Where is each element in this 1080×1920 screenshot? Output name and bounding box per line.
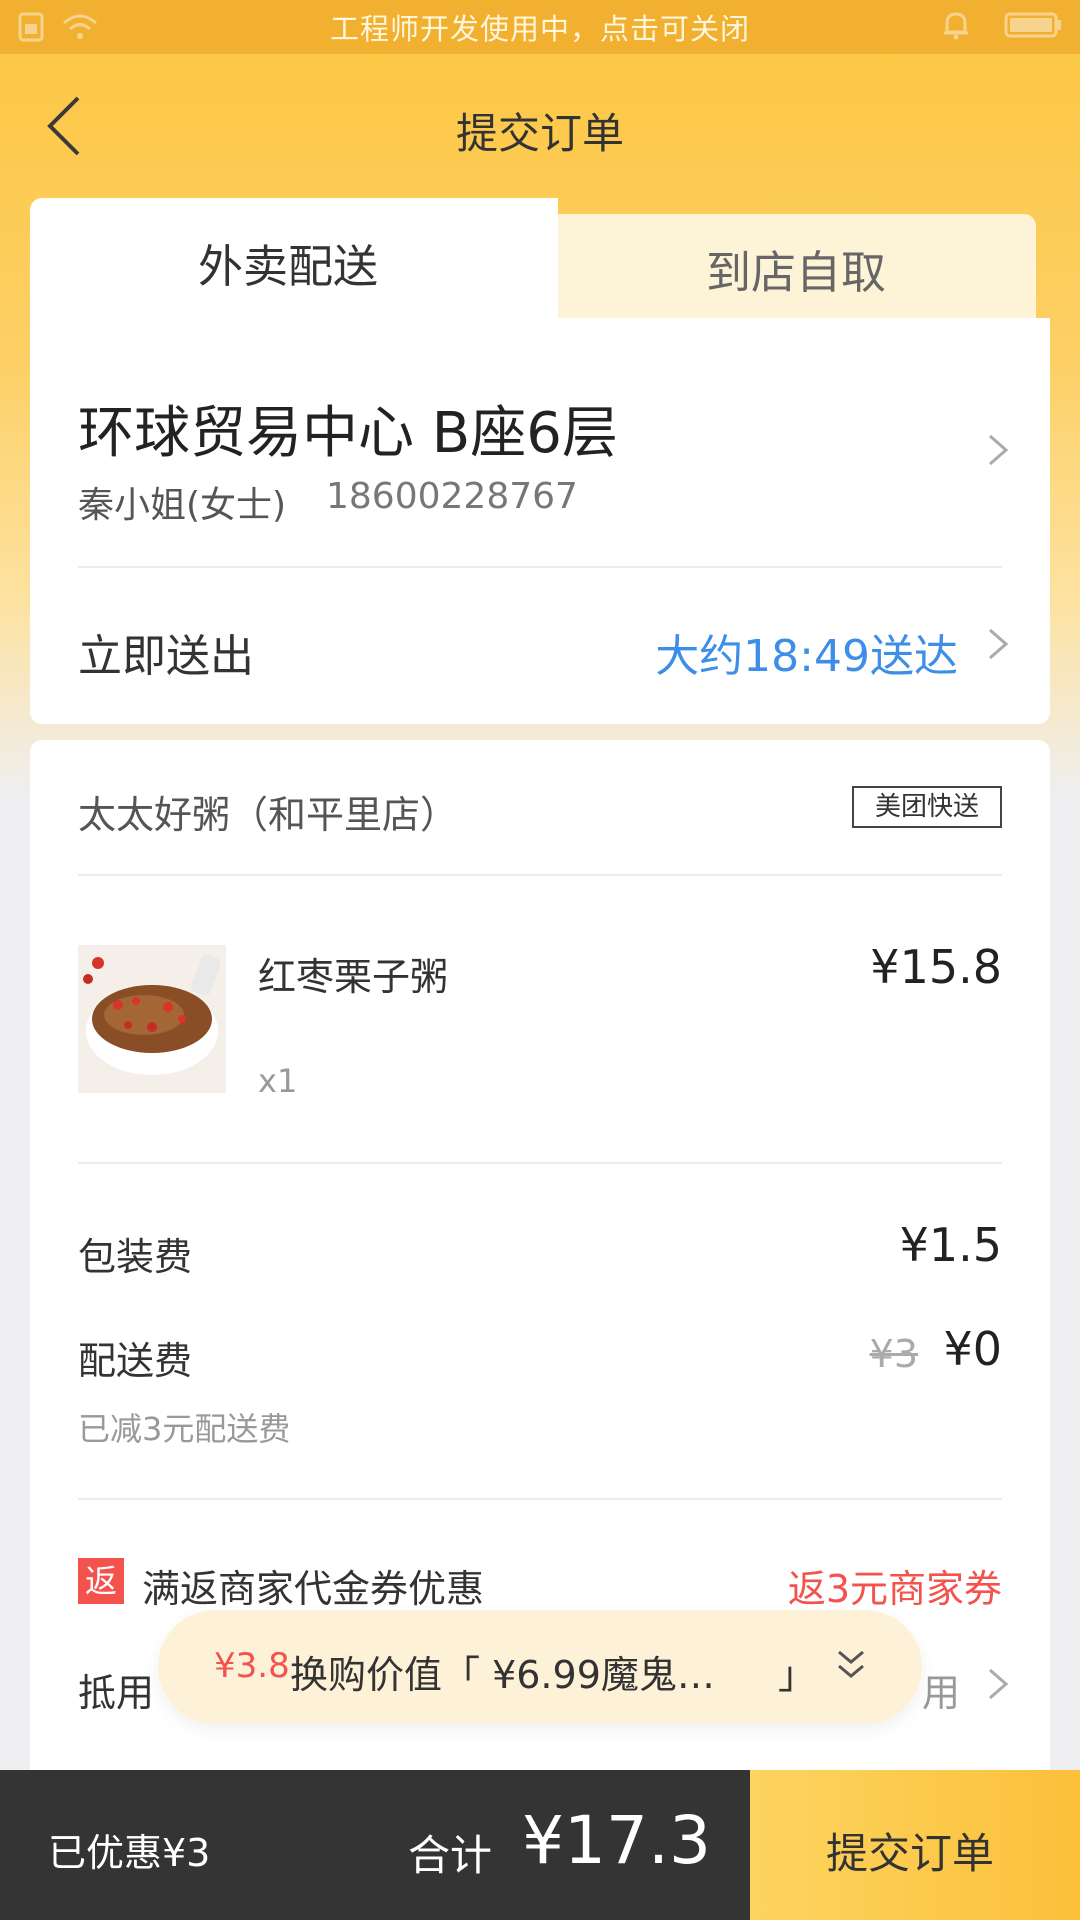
item-price: ¥15.8	[870, 940, 1002, 994]
status-left-icons	[18, 12, 98, 42]
food-image	[78, 945, 226, 1093]
exchange-text: 换购价值「 ¥6.99魔鬼…	[290, 1653, 715, 1697]
battery-icon	[1004, 12, 1061, 38]
submit-order-label: 提交订单	[826, 1829, 995, 1878]
tab-pickup-label: 到店自取	[706, 246, 887, 299]
voucher-chevron-icon[interactable]	[980, 1666, 1016, 1702]
contact-phone: 18600228767	[326, 476, 578, 517]
submit-order-button[interactable]: 提交订单	[750, 1770, 1080, 1920]
address-chevron-icon[interactable]	[980, 432, 1016, 468]
sim-icon	[18, 12, 44, 42]
exchange-price: ¥3.8	[214, 1646, 290, 1686]
item-name: 红枣栗子粥	[258, 955, 449, 999]
total-label: 合计	[408, 1831, 493, 1880]
delivery-time-label: 立即送出	[78, 631, 254, 682]
delivery-time-chevron-icon[interactable]	[980, 626, 1016, 662]
item-quantity: x1	[258, 1062, 298, 1100]
tab-pickup[interactable]: 到店自取	[520, 214, 1036, 320]
divider	[78, 1162, 1002, 1164]
tab-delivery-slant	[470, 198, 558, 320]
exchange-offer-pill[interactable]: ¥3.8 换购价值「 ¥6.99魔鬼… 」	[158, 1610, 922, 1724]
bottom-checkout-bar: 已优惠¥3 合计 ¥17.3 提交订单	[0, 1770, 1080, 1920]
divider	[78, 874, 1002, 876]
delivery-fee-original: ¥3	[869, 1332, 918, 1376]
tab-delivery-label: 外卖配送	[198, 240, 379, 293]
delivery-fee-note: 已减3元配送费	[78, 1410, 291, 1448]
voucher-row-value[interactable]: 用	[922, 1662, 960, 1717]
delivery-fee-label: 配送费	[78, 1339, 193, 1383]
rebate-badge: 返	[78, 1558, 124, 1604]
discount-summary: 已优惠¥3	[48, 1831, 211, 1875]
delivery-eta[interactable]: 大约18:49送达	[655, 620, 958, 684]
delivery-service-badge: 美团快送	[852, 786, 1002, 828]
exchange-close-bracket: 」	[778, 1653, 817, 1697]
page-title: 提交订单	[455, 109, 624, 158]
status-dev-notice[interactable]: 工程师开发使用中，点击可关闭	[330, 6, 750, 48]
address-line: 环球贸易中心 B座6层	[78, 401, 618, 466]
status-right-icons	[942, 10, 1062, 40]
congee-bowl-icon	[78, 945, 226, 1093]
delivery-fee-value: ¥0	[943, 1322, 1002, 1376]
navigation-bar: 提交订单	[0, 54, 1080, 200]
voucher-row-label[interactable]: 抵用	[78, 1662, 154, 1717]
wifi-icon	[63, 14, 97, 39]
divider	[78, 566, 1002, 568]
expand-double-chevron-icon[interactable]	[834, 1648, 868, 1682]
total-value: ¥17.3	[522, 1802, 711, 1879]
address-card[interactable]: 环球贸易中心 B座6层 秦小姐(女士) 18600228767 立即送出 大约1…	[30, 318, 1050, 724]
packing-fee-value: ¥1.5	[899, 1218, 1002, 1272]
rebate-value: 返3元商家券	[787, 1567, 1002, 1611]
packing-fee-label: 包装费	[78, 1235, 193, 1279]
contact-name: 秦小姐(女士)	[78, 485, 287, 526]
checkout-summary: 已优惠¥3 合计 ¥17.3	[0, 1770, 750, 1920]
status-bar[interactable]: 工程师开发使用中，点击可关闭	[0, 0, 1080, 54]
bell-icon	[944, 12, 968, 40]
rebate-label: 满返商家代金券优惠	[142, 1567, 485, 1611]
shop-name: 太太好粥（和平里店）	[78, 793, 459, 837]
divider	[78, 1498, 1002, 1500]
